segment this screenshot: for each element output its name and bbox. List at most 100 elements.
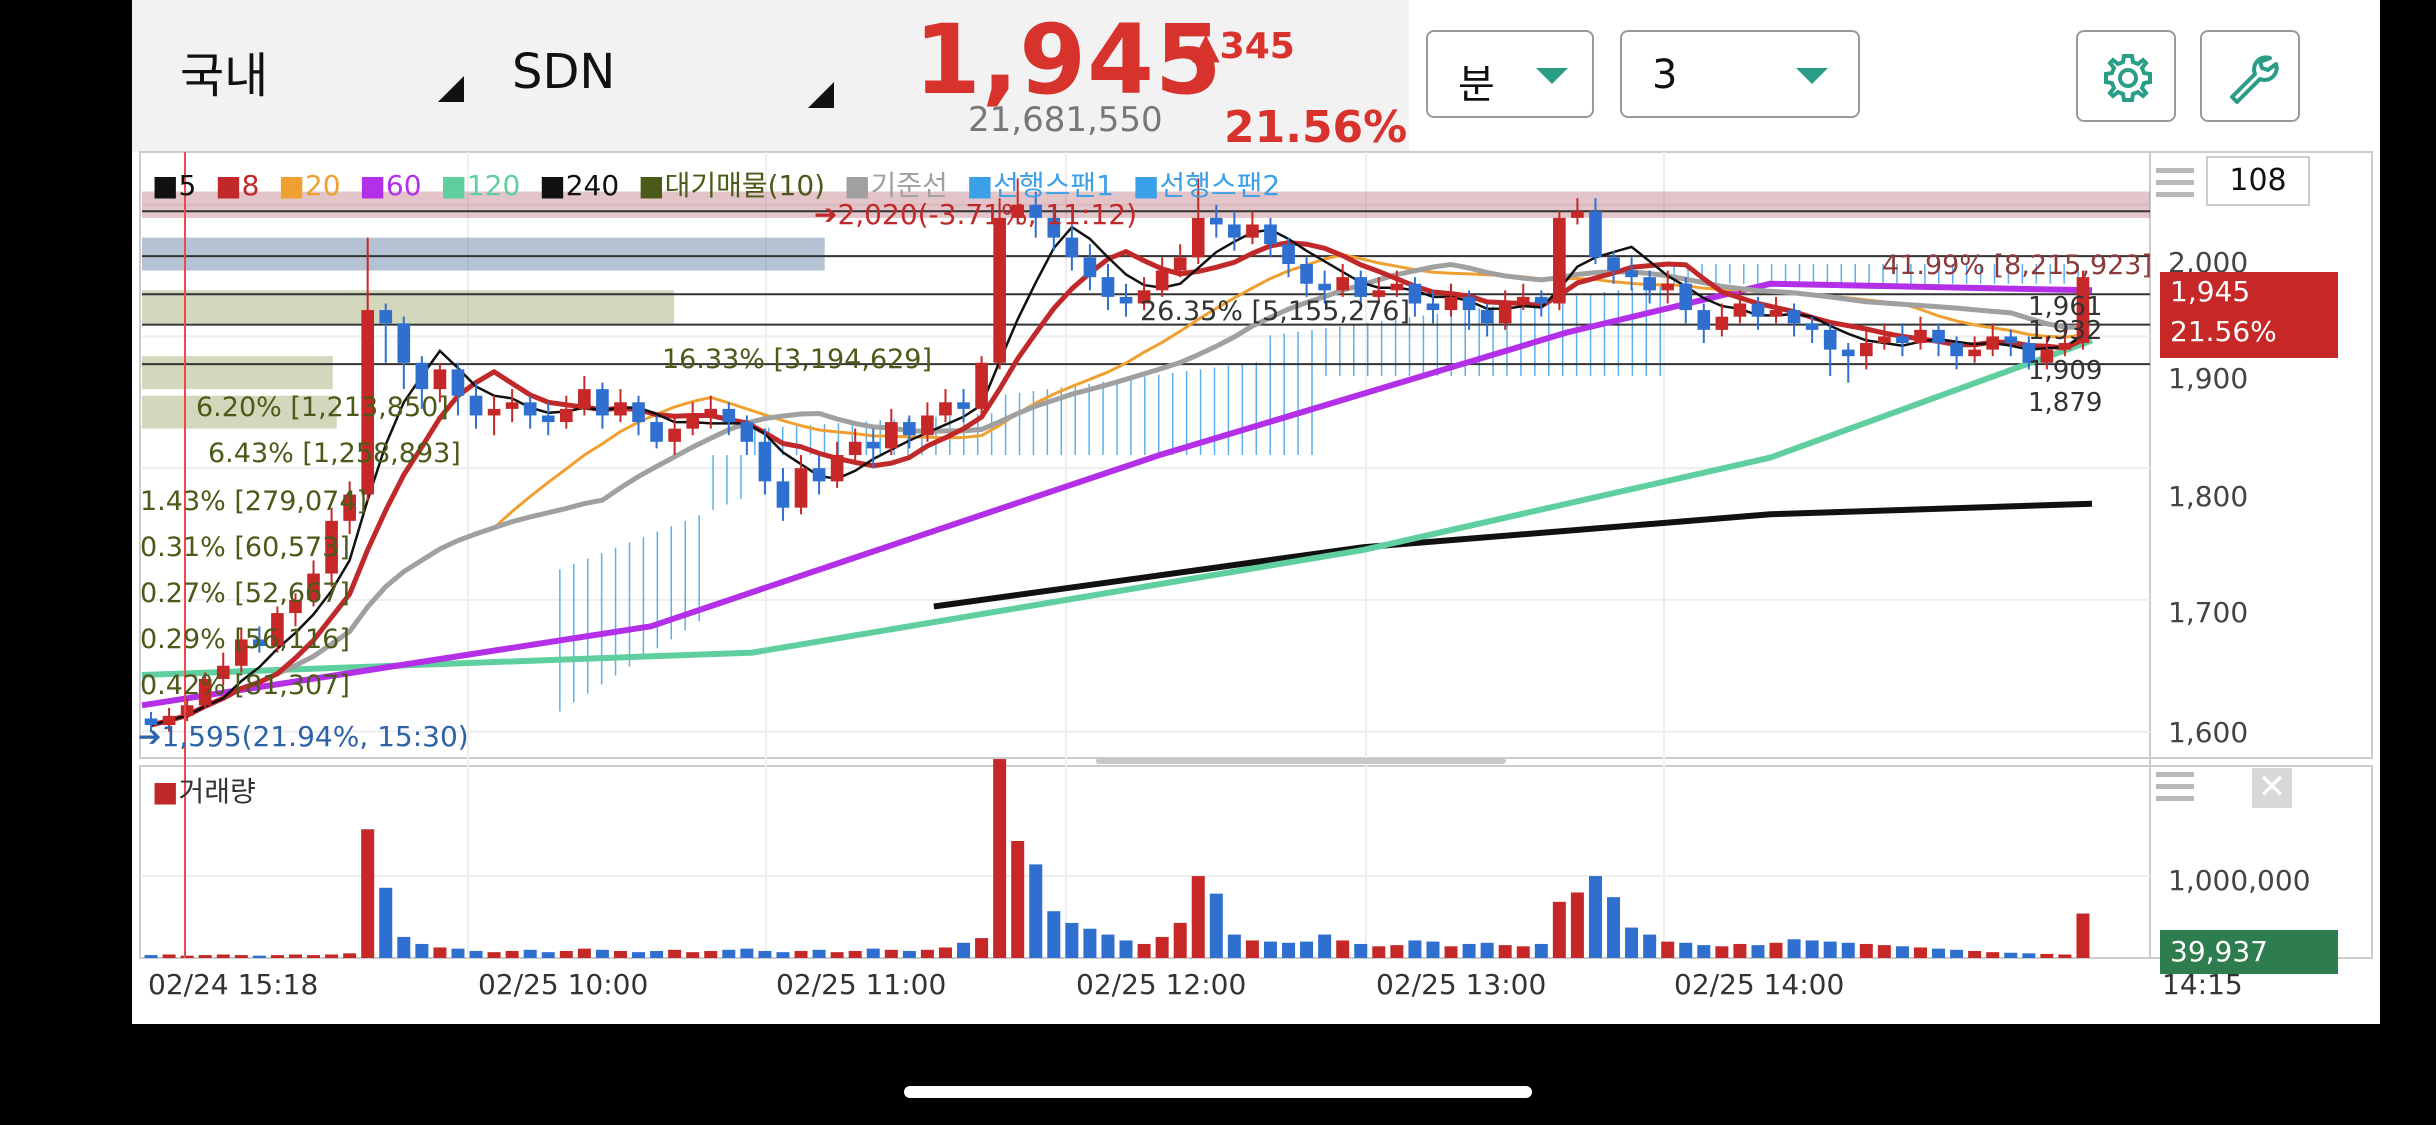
volume-bar [2004, 952, 2018, 958]
volume-bar [1029, 864, 1043, 958]
low-marker: ➔1,595(21.94%, 15:30) [138, 720, 469, 753]
legend-supply[interactable]: ■대기매물(10) [638, 169, 825, 202]
volume-bar [632, 952, 646, 958]
volume-bar [1968, 950, 1982, 958]
profile-label-8: 0.27% [52,667] [140, 578, 350, 609]
candle-body [1841, 349, 1855, 357]
volume-panel-menu-icon[interactable] [2156, 772, 2194, 801]
candle-body [1228, 224, 1241, 238]
volume-bar [1625, 927, 1639, 958]
legend-ma20[interactable]: ■20 [278, 169, 340, 202]
candle-body [1191, 217, 1205, 258]
candle-body [541, 415, 555, 423]
volume-bar [740, 948, 754, 958]
x-tick-5: 02/25 14:00 [1674, 968, 1845, 1001]
volume-bar [668, 949, 682, 958]
y-tick-1900: 1,900 [2168, 362, 2249, 395]
candle-body [415, 362, 429, 390]
candle-body [1968, 349, 1981, 357]
candle-body [740, 422, 754, 442]
candle-body [1119, 296, 1133, 304]
legend-ma60[interactable]: ■60 [359, 169, 421, 202]
candle-body [451, 369, 465, 396]
candle-body [632, 402, 645, 423]
volume-profile-bar [142, 356, 333, 390]
candle-body [1697, 310, 1711, 330]
volume-bar [1083, 928, 1097, 958]
volume-bar [2076, 913, 2090, 958]
volume-bar [866, 948, 880, 958]
candle-body [848, 441, 862, 455]
volume-bar [505, 950, 519, 958]
legend-ma8[interactable]: ■8 [215, 169, 259, 202]
volume-bar [1155, 936, 1169, 958]
volume-bar [812, 949, 826, 958]
candle-body [830, 455, 844, 482]
candle-body [1896, 336, 1909, 344]
volume-bar [1390, 945, 1404, 958]
close-icon[interactable]: ✕ [2252, 768, 2292, 808]
volume-bar [1047, 911, 1061, 958]
candle-body [758, 441, 772, 482]
volume-bar [938, 947, 952, 958]
candle-body [1155, 270, 1169, 291]
volume-bar [1263, 941, 1277, 958]
candle-body [794, 468, 808, 508]
price-panel-menu-icon[interactable] [2156, 168, 2194, 197]
volume-bar [144, 955, 158, 958]
volume-bar [216, 954, 230, 958]
volume-bar [1462, 943, 1476, 958]
candle-body [903, 422, 916, 436]
volume-bar [234, 955, 248, 958]
volume-bar [1570, 892, 1584, 958]
volume-bar [469, 950, 483, 958]
candle-body [1173, 257, 1187, 271]
candle-body [1444, 296, 1458, 311]
volume-profile-bar [142, 237, 825, 271]
price-chart[interactable] [132, 0, 2380, 1024]
panel-resize-handle[interactable] [1096, 758, 1506, 764]
legend-ma5[interactable]: ■5 [152, 169, 196, 202]
volume-bar [1372, 946, 1386, 958]
volume-bar [1011, 840, 1025, 958]
tag-price: 1,945 [2170, 275, 2251, 308]
home-indicator[interactable] [904, 1086, 1532, 1098]
volume-panel-title: ■거래량 [152, 775, 256, 808]
candle-body [668, 428, 681, 442]
y-tick-1700: 1,700 [2168, 596, 2249, 629]
candle-body [1480, 310, 1494, 324]
candle-body [1787, 310, 1801, 324]
legend-ma120[interactable]: ■120 [440, 169, 520, 202]
candle-body [180, 705, 194, 716]
x-tick-2: 02/25 11:00 [776, 968, 947, 1001]
volume-bar [1065, 922, 1079, 958]
candle-body [487, 408, 501, 416]
volume-bar [487, 952, 501, 958]
volume-bar [975, 938, 989, 958]
candle-body [1643, 277, 1656, 291]
candle-body [1426, 303, 1440, 311]
volume-bar [993, 759, 1007, 958]
candle-body [2004, 336, 2018, 344]
legend-span2[interactable]: ■선행스팬2 [1133, 169, 1280, 202]
volume-bar [1877, 945, 1891, 958]
legend-ma240[interactable]: ■240 [539, 169, 619, 202]
volume-bar [1137, 943, 1151, 958]
candle-body [722, 408, 736, 423]
candle-body [523, 402, 537, 416]
volume-bar [325, 954, 339, 958]
volume-bar [686, 952, 700, 958]
candle-body [433, 369, 447, 390]
visible-count-box[interactable]: 108 [2206, 156, 2310, 206]
volume-bar [541, 952, 555, 958]
profile-label-5: 6.43% [1,258,893] [208, 438, 461, 469]
candle-body [1408, 283, 1422, 304]
candle-body [1571, 211, 1584, 218]
volume-bar [794, 950, 808, 958]
volume-bar [1227, 934, 1241, 958]
candle-body [1950, 343, 1963, 357]
hline-label-1932: 1,932 [2028, 316, 2103, 346]
volume-bar [1986, 952, 2000, 958]
candle-body [1733, 303, 1747, 317]
volume-bar [1300, 941, 1314, 958]
